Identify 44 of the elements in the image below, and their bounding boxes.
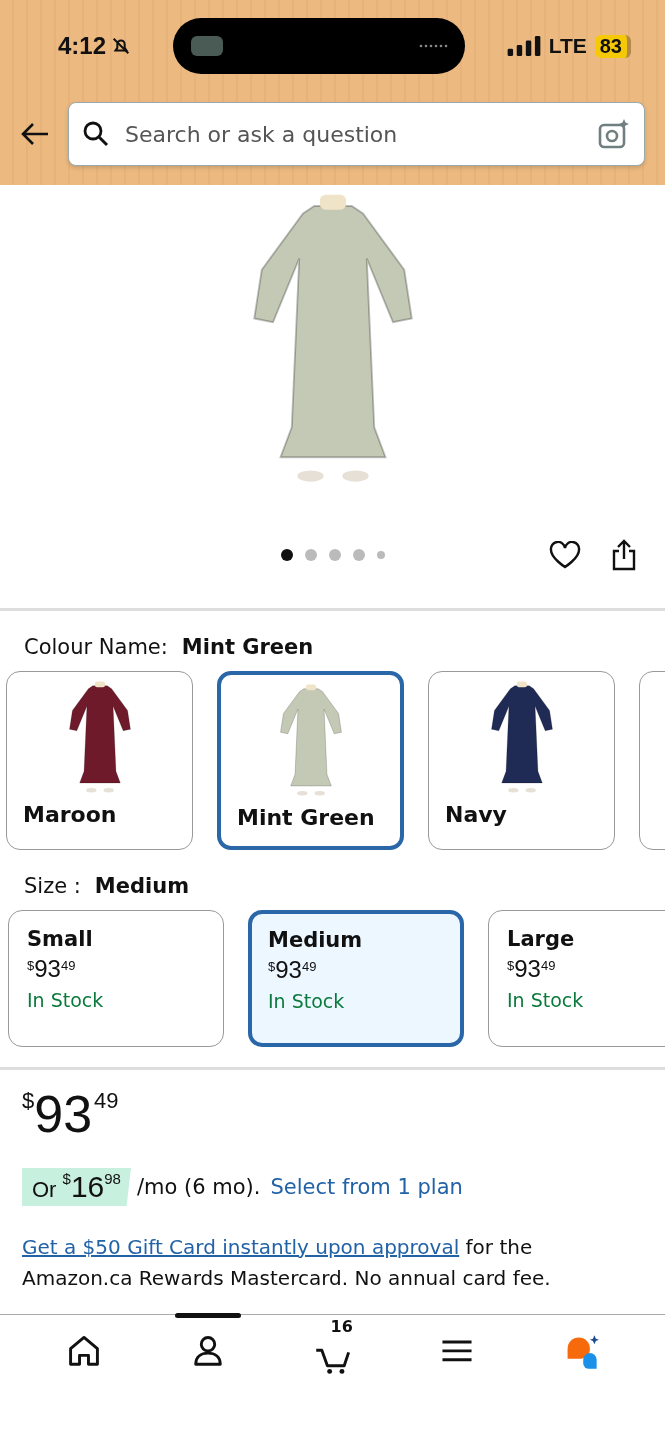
search-icon [83, 121, 109, 147]
page-dot[interactable] [376, 550, 385, 559]
search-field[interactable]: Search or ask a question [123, 120, 584, 148]
clock-time: 4:12 [58, 32, 107, 60]
colour-option[interactable]: Maroon [6, 671, 193, 850]
back-arrow-icon[interactable] [20, 122, 50, 146]
size-price: $^{$}$93$^{49}$ [268, 958, 317, 982]
colour-value: Mint Green [181, 635, 314, 659]
size-name: Medium [268, 928, 363, 952]
size-price: $^{$}$93$^{49}$ [507, 957, 556, 981]
size-name: Large [507, 927, 575, 951]
promo-text: Get a $50 Gift Card instantly upon approval for the Amazon.ca Rewards Mastercard. No annual card fee. [22, 1234, 552, 1292]
page-dot[interactable] [280, 548, 293, 561]
product-price: $^{$}$93$^{49}$ [22, 1088, 119, 1140]
plan-link[interactable]: Select from 1 plan [270, 1175, 463, 1199]
stock-status: In Stock [507, 989, 584, 1011]
colour-option[interactable]: Mint Green [217, 671, 404, 850]
page-dot[interactable] [304, 548, 317, 561]
size-option[interactable]: Small $^{$}$93$^{49}$ In Stock [8, 910, 224, 1047]
colour-label: Colour Name: [24, 635, 168, 659]
stock-status: In Stock [268, 990, 345, 1012]
page-dot[interactable] [328, 548, 341, 561]
gift-card-link[interactable]: Get a $50 Gift Card instantly upon approval [22, 1235, 460, 1259]
heart-icon[interactable] [549, 540, 581, 569]
dots-icon [419, 44, 450, 48]
size-price: $^{$}$93$^{49}$ [27, 957, 76, 981]
size-option[interactable]: Large $^{$}$93$^{49}$ In Stock [488, 910, 665, 1047]
installment-price: Or $^{$}$16$^{98}$ [22, 1168, 131, 1206]
size-value: Medium [94, 874, 190, 898]
search-bar[interactable]: Search or ask a question [68, 102, 645, 166]
video-thumbnail [191, 36, 224, 56]
camera-sparkle-icon[interactable] [598, 118, 630, 150]
size-option[interactable]: Medium $^{$}$93$^{49}$ In Stock [248, 910, 464, 1047]
colour-option[interactable]: Navy [428, 671, 615, 850]
size-label: Size : [24, 874, 81, 898]
battery-indicator: 83 [594, 34, 631, 58]
cart-count: 16 [330, 1317, 353, 1337]
page-dot[interactable] [352, 548, 365, 561]
network-label: LTE [548, 34, 587, 58]
stock-status: In Stock [27, 989, 104, 1011]
installment-terms: /mo (6 mo). [136, 1175, 261, 1199]
share-icon[interactable] [611, 538, 637, 571]
size-name: Small [27, 927, 93, 951]
signal-icon [506, 36, 541, 56]
